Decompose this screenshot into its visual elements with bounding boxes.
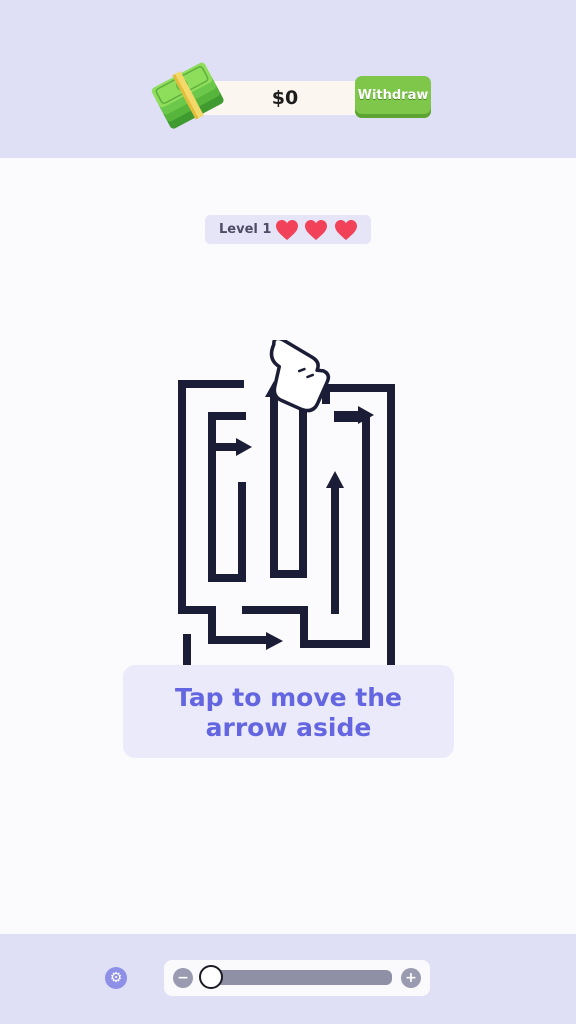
cash-stack-icon: $	[151, 62, 224, 129]
zoom-out-button[interactable]: −	[173, 968, 193, 988]
maze-arrow-path[interactable]	[270, 395, 307, 578]
level-label: Level 1	[219, 222, 272, 237]
maze-arrow-path[interactable]	[178, 380, 270, 644]
gear-icon: ⚙	[109, 970, 123, 986]
settings-button[interactable]: ⚙	[105, 967, 127, 989]
top-bar	[0, 0, 576, 158]
heart-icon	[276, 220, 298, 240]
heart-icon	[305, 220, 327, 240]
zoom-slider-thumb[interactable]	[199, 965, 223, 989]
arrow-head-right	[236, 438, 252, 456]
withdraw-button[interactable]: Withdraw	[355, 76, 431, 118]
heart-icon	[335, 220, 357, 240]
maze-arrow-path[interactable]	[208, 412, 246, 582]
hint-text: Tap to move the arrow aside	[174, 683, 402, 742]
arrow-maze	[178, 340, 395, 665]
arrow-head-right	[266, 632, 283, 650]
zoom-slider-track[interactable]	[200, 970, 392, 985]
arrow-head-up	[326, 471, 344, 488]
zoom-in-button[interactable]: +	[401, 968, 421, 988]
